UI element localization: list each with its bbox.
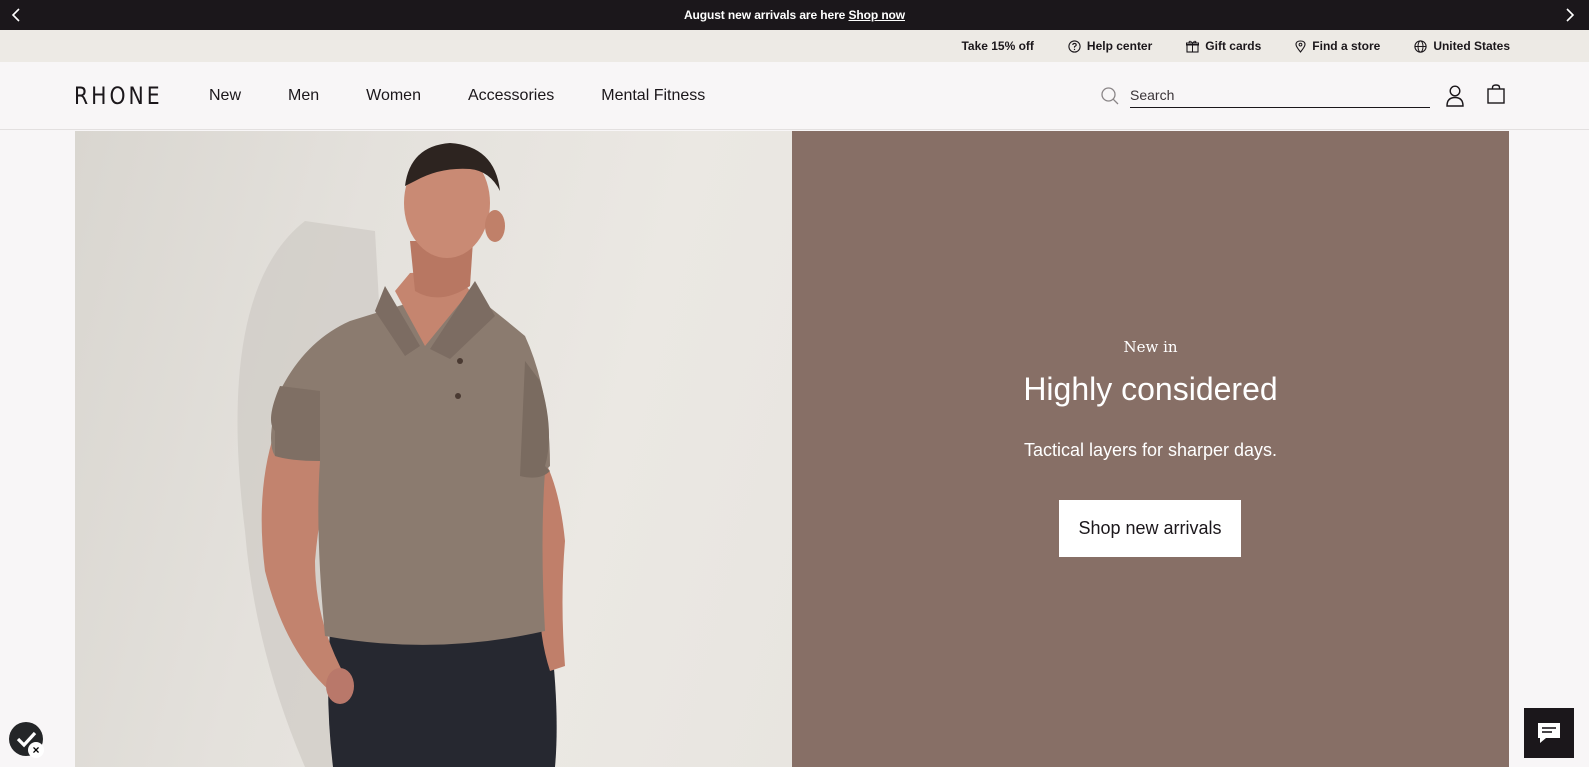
trust-badge[interactable]: ×: [9, 722, 44, 758]
globe-icon: [1414, 39, 1427, 53]
account-icon[interactable]: [1446, 85, 1464, 112]
main-nav: New Men Women Accessories Mental Fitness: [209, 62, 752, 130]
close-icon[interactable]: ×: [28, 742, 44, 758]
announcement-shop-now-link[interactable]: Shop now: [848, 8, 905, 22]
search-bar: [1100, 82, 1430, 112]
model-photo: [237, 143, 565, 767]
hero-image: [75, 131, 792, 767]
search-icon[interactable]: [1100, 86, 1120, 111]
region-label: United States: [1433, 39, 1510, 53]
gift-cards-label: Gift cards: [1205, 39, 1262, 53]
brand-logo[interactable]: RHONE: [74, 82, 163, 110]
announcement-bar: August new arrivals are here Shop now: [0, 0, 1589, 30]
gift-cards-link[interactable]: Gift cards: [1186, 39, 1261, 53]
gift-icon: [1186, 40, 1200, 53]
chevron-right-icon[interactable]: [1562, 7, 1578, 23]
location-pin-icon: [1295, 39, 1306, 53]
chat-button[interactable]: [1524, 708, 1574, 758]
announcement-message: August new arrivals are here Shop now: [0, 8, 1589, 22]
region-selector[interactable]: United States: [1414, 39, 1510, 53]
nav-item-new[interactable]: New: [209, 87, 241, 105]
promo-label: Take 15% off: [961, 39, 1034, 53]
hero-eyebrow: New in: [1123, 338, 1178, 356]
shop-new-arrivals-button[interactable]: Shop new arrivals: [1059, 500, 1241, 557]
find-store-link[interactable]: Find a store: [1295, 39, 1380, 53]
nav-item-mental-fitness[interactable]: Mental Fitness: [601, 87, 705, 105]
search-input[interactable]: [1130, 82, 1430, 108]
announcement-text: August new arrivals are here: [683, 8, 846, 22]
help-center-label: Help center: [1086, 39, 1153, 53]
promo-link[interactable]: Take 15% off: [961, 39, 1033, 53]
main-header: RHONE New Men Women Accessories Mental F…: [0, 62, 1589, 130]
help-center-link[interactable]: Help center: [1068, 39, 1152, 53]
nav-item-men[interactable]: Men: [288, 87, 319, 105]
chat-icon: [1538, 723, 1560, 743]
hero-title: Highly considered: [1023, 371, 1278, 407]
nav-item-accessories[interactable]: Accessories: [468, 87, 554, 105]
hero-panel: New in Highly considered Tactical layers…: [792, 131, 1509, 767]
shopping-bag-icon[interactable]: [1487, 84, 1505, 109]
nav-item-women[interactable]: Women: [366, 87, 421, 105]
find-store-label: Find a store: [1312, 39, 1381, 53]
utility-bar: Take 15% off Help center Gift cards Find…: [0, 30, 1589, 62]
hero-subtitle: Tactical layers for sharper days.: [1023, 440, 1278, 460]
help-icon: [1068, 39, 1081, 53]
